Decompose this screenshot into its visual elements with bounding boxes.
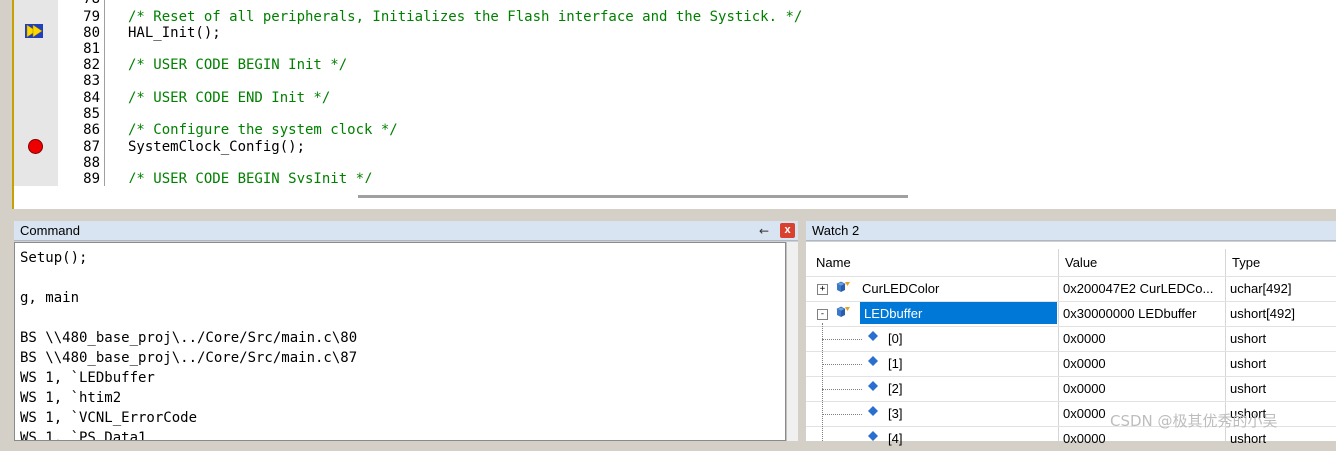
element-icon	[868, 431, 878, 441]
code-line[interactable]: /* Configure the system clock */	[128, 122, 398, 138]
code-line[interactable]: /* USER CODE BEGIN Init */	[128, 57, 347, 73]
line-number: 84	[83, 90, 100, 106]
watch-value[interactable]: 0x0000	[1063, 352, 1223, 376]
watch-value[interactable]: 0x200047E2 CurLEDCo...	[1063, 277, 1223, 301]
watch-name: [4]	[888, 431, 903, 446]
command-line: WS 1, `VCNL_ErrorCode	[20, 410, 198, 426]
horizontal-scrollbar[interactable]	[358, 195, 908, 198]
line-number: 80	[83, 25, 100, 41]
tree-guide	[822, 414, 862, 415]
vertical-scrollbar[interactable]	[786, 242, 798, 441]
watch-name: [1]	[888, 356, 903, 371]
line-number: 89	[83, 171, 100, 187]
code-line[interactable]: HAL_Init();	[128, 25, 221, 41]
line-number: 82	[83, 57, 100, 73]
tree-guide	[822, 323, 823, 441]
command-line: BS \\480_base_proj\../Core/Src/main.c\87	[20, 350, 358, 366]
watch-type: ushort[492]	[1230, 306, 1296, 321]
breakpoint-gutter[interactable]	[14, 0, 59, 186]
line-number: 85	[83, 106, 100, 122]
close-icon[interactable]: x	[780, 223, 795, 238]
line-numbers: 78 79 80 81 82 83 84 85 86 87 88 89	[58, 0, 105, 187]
tree-guide	[822, 339, 862, 340]
watch-type: uchar[492]	[1230, 281, 1292, 296]
watermark: CSDN @极其优秀的小吴	[1110, 412, 1278, 430]
line-number: 83	[83, 73, 100, 89]
column-header-name[interactable]: Name	[816, 249, 851, 277]
tree-guide	[822, 389, 862, 390]
element-icon	[868, 356, 878, 366]
watch-value[interactable]: 0x0000	[1063, 377, 1223, 401]
collapse-icon[interactable]: -	[817, 309, 828, 320]
watch-name: [0]	[888, 331, 903, 346]
code-editor[interactable]: 78 79 80 81 82 83 84 85 86 87 88 89 /* R…	[12, 0, 1336, 209]
pin-icon[interactable]: ←	[759, 224, 769, 238]
column-divider[interactable]	[1058, 249, 1059, 441]
command-output[interactable]: Setup(); g, main BS \\480_base_proj\../C…	[14, 242, 786, 441]
watch-panel-title: Watch 2	[806, 221, 1336, 241]
code-line[interactable]: /* USER CODE END Init */	[128, 90, 330, 106]
line-number: 79	[83, 9, 100, 25]
code-line[interactable]: SystemClock_Config();	[128, 139, 305, 155]
code-line[interactable]: /* USER CODE BEGIN SysInit */	[128, 171, 372, 183]
current-line-arrow-icon	[25, 24, 43, 38]
line-number: 88	[83, 155, 100, 171]
element-icon	[868, 331, 878, 341]
watch-type: ushort	[1230, 381, 1267, 396]
variable-icon	[836, 306, 850, 317]
breakpoint-icon[interactable]	[28, 139, 43, 154]
line-number: 78	[83, 0, 100, 7]
watch-name: [2]	[888, 381, 903, 396]
command-line: BS \\480_base_proj\../Core/Src/main.c\80	[20, 330, 358, 346]
watch-type: ushort	[1230, 356, 1267, 371]
command-line: WS 1, `htim2	[20, 390, 122, 406]
watch-type: ushort	[1230, 331, 1267, 346]
element-icon	[868, 381, 878, 391]
command-panel-title: Command	[14, 221, 798, 241]
line-number: 81	[83, 41, 100, 57]
element-icon	[868, 406, 878, 416]
command-line: Setup();	[20, 250, 88, 266]
line-number: 87	[83, 139, 100, 155]
watch-name: [3]	[888, 406, 903, 421]
command-line: g, main	[20, 290, 80, 306]
column-header-value[interactable]: Value	[1065, 249, 1097, 277]
watch-name: CurLEDColor	[862, 281, 940, 296]
command-line: WS 1, `LEDbuffer	[20, 370, 155, 386]
tree-guide	[822, 364, 862, 365]
watch-value[interactable]: 0x30000000 LEDbuffer	[1063, 302, 1223, 326]
line-number: 86	[83, 122, 100, 138]
watch-value[interactable]: 0x0000	[1063, 327, 1223, 351]
watch-name: LEDbuffer	[864, 306, 923, 321]
code-line[interactable]: /* Reset of all peripherals, Initializes…	[128, 9, 802, 25]
expand-icon[interactable]: +	[817, 284, 828, 295]
variable-icon	[836, 281, 850, 292]
column-header-type[interactable]: Type	[1232, 249, 1260, 277]
command-line: WS 1, `PS_Data1	[20, 430, 147, 441]
